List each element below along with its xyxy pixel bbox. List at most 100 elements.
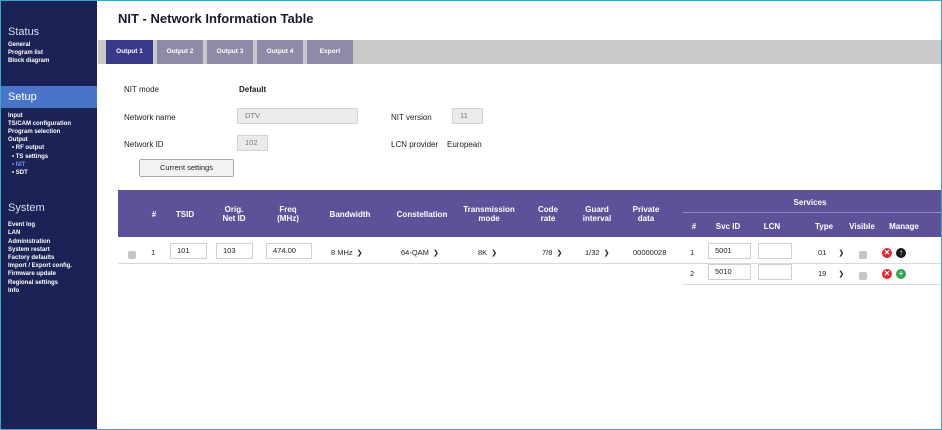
sidebar-section-setup[interactable]: Setup xyxy=(1,85,97,108)
col-visible: Visible xyxy=(849,222,875,231)
sidebar-item-output-0[interactable]: • RF output xyxy=(1,144,97,152)
guard-interval-select[interactable]: 1/32 ❯ xyxy=(585,248,609,257)
col-constellation: Constellation xyxy=(396,210,448,219)
transmission-mode-select[interactable]: 8K ❯ xyxy=(478,248,497,257)
col-tsid: TSID xyxy=(175,210,195,219)
tab-output-3[interactable]: Output 3 xyxy=(207,40,253,64)
add-icon[interactable]: + xyxy=(896,269,906,279)
svc-id-input[interactable]: 5001 xyxy=(708,243,751,259)
tsid-input[interactable]: 101 xyxy=(170,243,207,259)
sidebar-item-system-0[interactable]: Event log xyxy=(1,221,97,229)
tab-output-2[interactable]: Output 2 xyxy=(157,40,203,64)
lcn-provider-label: LCN provider xyxy=(391,140,439,149)
chevron-down-icon: ❯ xyxy=(603,250,610,257)
network-id-field[interactable]: 102 xyxy=(237,135,268,151)
sidebar-item-system-3[interactable]: System restart xyxy=(1,246,97,254)
sidebar-section-system[interactable]: System xyxy=(1,197,97,219)
sidebar-item-setup-3[interactable]: Output xyxy=(1,136,97,144)
private-data-value[interactable]: 00000028 xyxy=(633,248,666,257)
tab-output-1[interactable]: Output 1 xyxy=(106,40,153,64)
svc-id-input[interactable]: 5010 xyxy=(708,264,751,280)
col-num: # xyxy=(151,210,157,219)
transmission-mode-value: 8K xyxy=(478,248,488,257)
col-bandwidth: Bandwidth xyxy=(329,210,371,219)
col-private-data: Private data xyxy=(632,205,660,223)
chevron-down-icon: ❯ xyxy=(356,250,363,257)
col-lcn: LCN xyxy=(763,222,781,231)
sidebar-item-setup-0[interactable]: Input xyxy=(1,112,97,120)
type-select[interactable]: 01 ❯ xyxy=(818,248,844,257)
tab-output-4[interactable]: Output 4 xyxy=(257,40,303,64)
type-value: 01 xyxy=(818,248,827,257)
col-services: Services xyxy=(793,198,827,207)
chevron-down-icon: ❯ xyxy=(838,271,845,278)
sidebar-item-system-1[interactable]: LAN xyxy=(1,229,97,237)
guard-interval-value: 1/32 xyxy=(585,248,600,257)
network-name-label: Network name xyxy=(124,113,176,122)
row-num: 1 xyxy=(151,248,156,257)
nit-mode-label: NIT mode xyxy=(124,85,159,94)
tab-export[interactable]: Export xyxy=(307,40,353,64)
code-rate-value: 7/8 xyxy=(542,248,553,257)
sidebar-item-system-7[interactable]: Regional settings xyxy=(1,279,97,287)
network-name-field[interactable]: DTV xyxy=(237,108,358,124)
type-select[interactable]: 19 ❯ xyxy=(818,269,844,278)
sidebar-item-status-0[interactable]: General xyxy=(1,41,97,49)
sidebar-item-status-1[interactable]: Program list xyxy=(1,49,97,57)
constellation-value: 64-QAM xyxy=(401,248,429,257)
lcn-input[interactable] xyxy=(758,264,792,280)
sidebar-item-output-3[interactable]: • SDT xyxy=(1,169,97,177)
freq-input[interactable]: 474.00 xyxy=(266,243,312,259)
chevron-down-icon: ❯ xyxy=(556,250,563,257)
row-divider xyxy=(118,263,683,264)
col-type: Type xyxy=(814,222,834,231)
remove-icon[interactable]: ✕ xyxy=(882,248,892,258)
nit-version-field[interactable]: 11 xyxy=(452,108,483,124)
move-up-icon[interactable]: ↑ xyxy=(896,248,906,258)
sidebar-section-status[interactable]: Status xyxy=(1,21,97,43)
sidebar-item-output-2[interactable]: • NIT xyxy=(1,161,97,169)
visible-checkbox[interactable] xyxy=(859,272,867,280)
sidebar-item-system-5[interactable]: Import / Export config. xyxy=(1,262,97,270)
col-code-rate: Code rate xyxy=(538,205,558,223)
current-settings-button[interactable]: Current settings xyxy=(139,159,234,177)
services-header-divider xyxy=(683,212,941,213)
col-orig-net-id: Orig. Net ID xyxy=(222,205,246,223)
sidebar-item-status-2[interactable]: Block diagram xyxy=(1,57,97,65)
sidebar-item-system-4[interactable]: Factory defaults xyxy=(1,254,97,262)
visible-checkbox[interactable] xyxy=(859,251,867,259)
sidebar-item-setup-1[interactable]: TS/CAM configuration xyxy=(1,120,97,128)
type-value: 19 xyxy=(818,269,827,278)
chevron-down-icon: ❯ xyxy=(491,250,498,257)
col-guard-interval: Guard interval xyxy=(582,205,612,223)
bandwidth-select[interactable]: 8 MHz ❯ xyxy=(331,248,363,257)
svc-row-num: 2 xyxy=(690,269,695,278)
nit-version-label: NIT version xyxy=(391,113,432,122)
sidebar-item-system-2[interactable]: Administration xyxy=(1,238,97,246)
main-content: NIT - Network Information Table Output 1… xyxy=(98,1,941,429)
bandwidth-value: 8 MHz xyxy=(331,248,353,257)
nit-mode-value: Default xyxy=(239,85,267,94)
svc-row-num: 1 xyxy=(690,248,695,257)
orig-net-id-input[interactable]: 103 xyxy=(216,243,253,259)
chevron-down-icon: ❯ xyxy=(432,250,439,257)
lcn-provider-value: European xyxy=(447,140,482,149)
sidebar: Status General Program list Block diagram … xyxy=(1,1,97,429)
lcn-input[interactable] xyxy=(758,243,792,259)
sidebar-item-output-1[interactable]: • TS settings xyxy=(1,153,97,161)
col-svc-num: # xyxy=(691,222,697,231)
chevron-down-icon: ❯ xyxy=(838,250,845,257)
row-select-checkbox[interactable] xyxy=(128,251,136,259)
col-svc-id: Svc ID xyxy=(715,222,741,231)
svc-row-divider xyxy=(683,284,941,285)
code-rate-select[interactable]: 7/8 ❯ xyxy=(542,248,562,257)
col-manage: Manage xyxy=(889,222,919,231)
col-transmission-mode: Transmission mode xyxy=(463,205,515,223)
constellation-select[interactable]: 64-QAM ❯ xyxy=(401,248,439,257)
sidebar-item-system-6[interactable]: Firmware update xyxy=(1,270,97,278)
page-title: NIT - Network Information Table xyxy=(118,11,314,26)
remove-icon[interactable]: ✕ xyxy=(882,269,892,279)
col-freq: Freq (MHz) xyxy=(277,205,299,223)
sidebar-item-setup-2[interactable]: Program selection xyxy=(1,128,97,136)
sidebar-item-system-8[interactable]: Info xyxy=(1,287,97,295)
